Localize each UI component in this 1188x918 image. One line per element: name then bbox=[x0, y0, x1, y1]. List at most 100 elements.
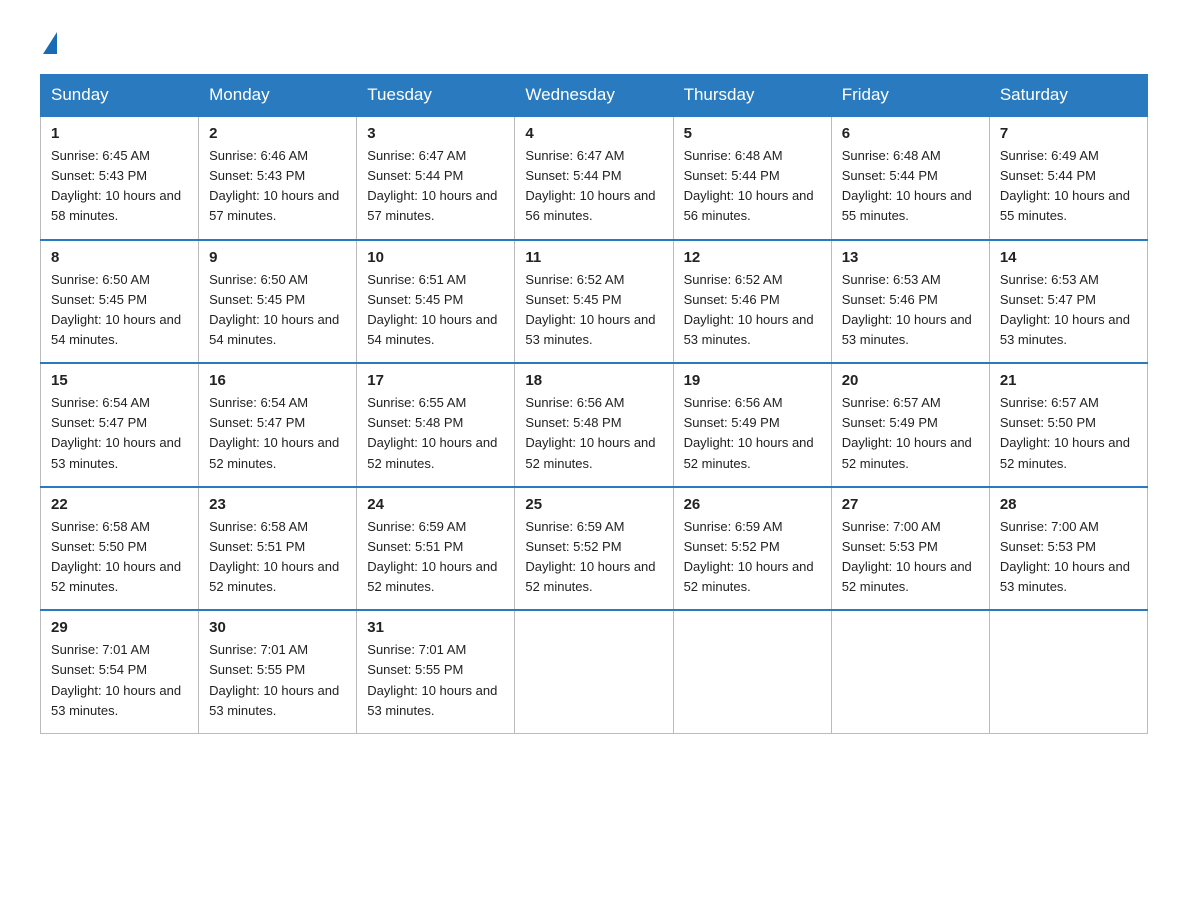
day-number: 29 bbox=[51, 619, 188, 636]
calendar-cell: 3 Sunrise: 6:47 AMSunset: 5:44 PMDayligh… bbox=[357, 116, 515, 240]
calendar-cell: 6 Sunrise: 6:48 AMSunset: 5:44 PMDayligh… bbox=[831, 116, 989, 240]
day-of-week-header: Friday bbox=[831, 75, 989, 117]
day-number: 12 bbox=[684, 249, 821, 266]
day-info: Sunrise: 6:57 AMSunset: 5:50 PMDaylight:… bbox=[1000, 395, 1130, 470]
calendar-cell bbox=[989, 610, 1147, 733]
day-number: 23 bbox=[209, 496, 346, 513]
calendar-cell: 18 Sunrise: 6:56 AMSunset: 5:48 PMDaylig… bbox=[515, 363, 673, 487]
day-of-week-header: Tuesday bbox=[357, 75, 515, 117]
calendar-table: SundayMondayTuesdayWednesdayThursdayFrid… bbox=[40, 74, 1148, 734]
calendar-cell bbox=[831, 610, 989, 733]
day-number: 5 bbox=[684, 125, 821, 142]
calendar-cell: 31 Sunrise: 7:01 AMSunset: 5:55 PMDaylig… bbox=[357, 610, 515, 733]
calendar-cell: 21 Sunrise: 6:57 AMSunset: 5:50 PMDaylig… bbox=[989, 363, 1147, 487]
logo bbox=[40, 30, 57, 54]
day-info: Sunrise: 6:58 AMSunset: 5:51 PMDaylight:… bbox=[209, 519, 339, 594]
calendar-cell: 2 Sunrise: 6:46 AMSunset: 5:43 PMDayligh… bbox=[199, 116, 357, 240]
calendar-cell: 4 Sunrise: 6:47 AMSunset: 5:44 PMDayligh… bbox=[515, 116, 673, 240]
day-info: Sunrise: 6:49 AMSunset: 5:44 PMDaylight:… bbox=[1000, 148, 1130, 223]
day-number: 19 bbox=[684, 372, 821, 389]
day-info: Sunrise: 6:47 AMSunset: 5:44 PMDaylight:… bbox=[367, 148, 497, 223]
calendar-cell: 30 Sunrise: 7:01 AMSunset: 5:55 PMDaylig… bbox=[199, 610, 357, 733]
day-number: 8 bbox=[51, 249, 188, 266]
calendar-cell: 10 Sunrise: 6:51 AMSunset: 5:45 PMDaylig… bbox=[357, 240, 515, 364]
day-info: Sunrise: 7:00 AMSunset: 5:53 PMDaylight:… bbox=[842, 519, 972, 594]
day-number: 24 bbox=[367, 496, 504, 513]
day-of-week-header: Wednesday bbox=[515, 75, 673, 117]
calendar-cell: 12 Sunrise: 6:52 AMSunset: 5:46 PMDaylig… bbox=[673, 240, 831, 364]
calendar-cell: 14 Sunrise: 6:53 AMSunset: 5:47 PMDaylig… bbox=[989, 240, 1147, 364]
day-number: 26 bbox=[684, 496, 821, 513]
day-info: Sunrise: 6:50 AMSunset: 5:45 PMDaylight:… bbox=[209, 272, 339, 347]
calendar-cell: 26 Sunrise: 6:59 AMSunset: 5:52 PMDaylig… bbox=[673, 487, 831, 611]
calendar-cell: 5 Sunrise: 6:48 AMSunset: 5:44 PMDayligh… bbox=[673, 116, 831, 240]
day-number: 21 bbox=[1000, 372, 1137, 389]
calendar-cell bbox=[515, 610, 673, 733]
day-info: Sunrise: 6:53 AMSunset: 5:47 PMDaylight:… bbox=[1000, 272, 1130, 347]
day-number: 25 bbox=[525, 496, 662, 513]
calendar-cell: 15 Sunrise: 6:54 AMSunset: 5:47 PMDaylig… bbox=[41, 363, 199, 487]
day-number: 16 bbox=[209, 372, 346, 389]
calendar-header-row: SundayMondayTuesdayWednesdayThursdayFrid… bbox=[41, 75, 1148, 117]
day-of-week-header: Monday bbox=[199, 75, 357, 117]
day-info: Sunrise: 6:51 AMSunset: 5:45 PMDaylight:… bbox=[367, 272, 497, 347]
calendar-cell: 27 Sunrise: 7:00 AMSunset: 5:53 PMDaylig… bbox=[831, 487, 989, 611]
day-info: Sunrise: 6:52 AMSunset: 5:46 PMDaylight:… bbox=[684, 272, 814, 347]
day-info: Sunrise: 6:54 AMSunset: 5:47 PMDaylight:… bbox=[51, 395, 181, 470]
calendar-cell: 23 Sunrise: 6:58 AMSunset: 5:51 PMDaylig… bbox=[199, 487, 357, 611]
day-info: Sunrise: 6:50 AMSunset: 5:45 PMDaylight:… bbox=[51, 272, 181, 347]
day-info: Sunrise: 6:55 AMSunset: 5:48 PMDaylight:… bbox=[367, 395, 497, 470]
day-number: 7 bbox=[1000, 125, 1137, 142]
day-number: 6 bbox=[842, 125, 979, 142]
calendar-week-row: 29 Sunrise: 7:01 AMSunset: 5:54 PMDaylig… bbox=[41, 610, 1148, 733]
day-number: 4 bbox=[525, 125, 662, 142]
day-number: 28 bbox=[1000, 496, 1137, 513]
day-number: 9 bbox=[209, 249, 346, 266]
day-info: Sunrise: 6:52 AMSunset: 5:45 PMDaylight:… bbox=[525, 272, 655, 347]
day-number: 15 bbox=[51, 372, 188, 389]
day-number: 20 bbox=[842, 372, 979, 389]
calendar-cell: 9 Sunrise: 6:50 AMSunset: 5:45 PMDayligh… bbox=[199, 240, 357, 364]
calendar-week-row: 8 Sunrise: 6:50 AMSunset: 5:45 PMDayligh… bbox=[41, 240, 1148, 364]
day-info: Sunrise: 6:54 AMSunset: 5:47 PMDaylight:… bbox=[209, 395, 339, 470]
day-info: Sunrise: 7:01 AMSunset: 5:55 PMDaylight:… bbox=[209, 642, 339, 717]
calendar-cell: 29 Sunrise: 7:01 AMSunset: 5:54 PMDaylig… bbox=[41, 610, 199, 733]
day-of-week-header: Thursday bbox=[673, 75, 831, 117]
day-of-week-header: Sunday bbox=[41, 75, 199, 117]
day-number: 30 bbox=[209, 619, 346, 636]
day-info: Sunrise: 6:48 AMSunset: 5:44 PMDaylight:… bbox=[684, 148, 814, 223]
day-info: Sunrise: 6:59 AMSunset: 5:52 PMDaylight:… bbox=[525, 519, 655, 594]
day-number: 11 bbox=[525, 249, 662, 266]
day-info: Sunrise: 6:59 AMSunset: 5:51 PMDaylight:… bbox=[367, 519, 497, 594]
day-number: 13 bbox=[842, 249, 979, 266]
day-info: Sunrise: 6:46 AMSunset: 5:43 PMDaylight:… bbox=[209, 148, 339, 223]
day-of-week-header: Saturday bbox=[989, 75, 1147, 117]
day-number: 14 bbox=[1000, 249, 1137, 266]
calendar-cell: 13 Sunrise: 6:53 AMSunset: 5:46 PMDaylig… bbox=[831, 240, 989, 364]
day-number: 1 bbox=[51, 125, 188, 142]
day-info: Sunrise: 6:56 AMSunset: 5:48 PMDaylight:… bbox=[525, 395, 655, 470]
calendar-cell: 19 Sunrise: 6:56 AMSunset: 5:49 PMDaylig… bbox=[673, 363, 831, 487]
day-info: Sunrise: 6:59 AMSunset: 5:52 PMDaylight:… bbox=[684, 519, 814, 594]
page-header bbox=[40, 30, 1148, 54]
day-info: Sunrise: 6:47 AMSunset: 5:44 PMDaylight:… bbox=[525, 148, 655, 223]
calendar-week-row: 22 Sunrise: 6:58 AMSunset: 5:50 PMDaylig… bbox=[41, 487, 1148, 611]
day-info: Sunrise: 6:56 AMSunset: 5:49 PMDaylight:… bbox=[684, 395, 814, 470]
day-info: Sunrise: 6:53 AMSunset: 5:46 PMDaylight:… bbox=[842, 272, 972, 347]
calendar-cell: 17 Sunrise: 6:55 AMSunset: 5:48 PMDaylig… bbox=[357, 363, 515, 487]
day-number: 18 bbox=[525, 372, 662, 389]
calendar-cell: 11 Sunrise: 6:52 AMSunset: 5:45 PMDaylig… bbox=[515, 240, 673, 364]
calendar-cell: 24 Sunrise: 6:59 AMSunset: 5:51 PMDaylig… bbox=[357, 487, 515, 611]
day-number: 22 bbox=[51, 496, 188, 513]
day-info: Sunrise: 7:01 AMSunset: 5:54 PMDaylight:… bbox=[51, 642, 181, 717]
day-number: 17 bbox=[367, 372, 504, 389]
calendar-cell bbox=[673, 610, 831, 733]
calendar-cell: 8 Sunrise: 6:50 AMSunset: 5:45 PMDayligh… bbox=[41, 240, 199, 364]
day-info: Sunrise: 7:00 AMSunset: 5:53 PMDaylight:… bbox=[1000, 519, 1130, 594]
day-number: 10 bbox=[367, 249, 504, 266]
day-info: Sunrise: 6:58 AMSunset: 5:50 PMDaylight:… bbox=[51, 519, 181, 594]
logo-triangle-icon bbox=[43, 32, 57, 54]
calendar-cell: 16 Sunrise: 6:54 AMSunset: 5:47 PMDaylig… bbox=[199, 363, 357, 487]
day-number: 2 bbox=[209, 125, 346, 142]
calendar-cell: 22 Sunrise: 6:58 AMSunset: 5:50 PMDaylig… bbox=[41, 487, 199, 611]
